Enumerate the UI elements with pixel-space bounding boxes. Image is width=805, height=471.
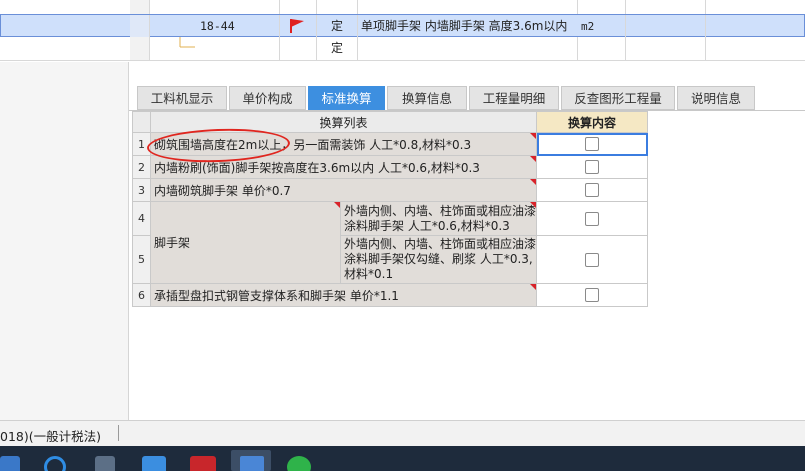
conversion-checkbox-cell[interactable] [536,155,648,179]
conversion-item: 砌筑围墙高度在2m以上，另一面需装饰 人工*0.8,材料*0.3 [150,132,537,156]
conversion-checkbox-cell[interactable] [536,283,648,307]
active-app-icon[interactable] [231,450,271,471]
conversion-item-text: 外墙内侧、内墙、柱饰面或相应油漆涂料脚手架 人工*0.6,材料*0.3 [344,204,537,233]
conversion-table: 换算列表 换算内容 1 砌筑围墙高度在2m以上，另一面需装饰 人工*0.8,材料… [132,111,648,307]
table-row[interactable]: 6 承插型盘扣式钢管支撑体系和脚手架 单价*1.1 [132,283,648,307]
conversion-checkbox-cell[interactable] [536,132,648,156]
tab-standard-conversion[interactable]: 标准换算 [308,86,385,110]
row-number: 4 [132,201,151,236]
detail-tabs: 工料机显示 单价构成 标准换算 换算信息 工程量明细 反查图形工程量 说明信息 [137,86,805,110]
comment-marker-icon [530,156,536,162]
row-number: 5 [132,235,151,284]
quota-code: 18-44 [150,15,280,38]
tree-line [150,37,280,60]
tab-unit-price[interactable]: 单价构成 [229,86,306,110]
comment-marker-icon [530,179,536,185]
app-icon[interactable] [190,456,216,471]
wechat-icon[interactable] [287,456,311,471]
comment-marker-icon [334,202,340,208]
conversion-checkbox[interactable] [585,137,599,152]
app-icon[interactable] [142,456,166,471]
conversion-checkbox-cell[interactable] [536,178,648,202]
quota-grid: 18-44 定 单项脚手架 内墙脚手架 高度3.6m以内 m2 定 [0,0,805,62]
calculator-icon[interactable] [95,456,115,471]
row-number: 3 [132,178,151,202]
left-panel [0,62,129,420]
conversion-item: 内墙砌筑脚手架 单价*0.7 [150,178,537,202]
table-row[interactable]: 定 [0,37,805,61]
conversion-item: 内墙粉刷(饰面)脚手架按高度在3.6m以内 人工*0.6,材料*0.3 [150,155,537,179]
header-conversion-content: 换算内容 [536,111,648,133]
table-row[interactable]: 3 内墙砌筑脚手架 单价*0.7 [132,178,648,202]
group-label-cell: 脚手架 [150,201,341,284]
conversion-item-text: 承插型盘扣式钢管支撑体系和脚手架 单价*1.1 [154,288,399,303]
row-number: 6 [132,283,151,307]
quota-unit: m2 [578,15,626,38]
conversion-checkbox-cell[interactable] [536,201,648,236]
table-row[interactable]: 2 内墙粉刷(饰面)脚手架按高度在3.6m以内 人工*0.6,材料*0.3 [132,155,648,179]
conversion-checkbox-cell[interactable] [536,235,648,284]
row-number: 2 [132,155,151,179]
tab-description[interactable]: 说明信息 [677,86,755,110]
mail-icon[interactable] [0,456,20,471]
taskbar [0,446,805,471]
conversion-checkbox[interactable] [585,252,599,267]
flag-icon[interactable] [280,15,317,38]
row-number: 1 [132,132,151,156]
conversion-checkbox[interactable] [585,160,599,175]
status-bar: 018)(一般计税法) [0,420,805,447]
tab-conversion-info[interactable]: 换算信息 [387,86,467,110]
browser-icon[interactable] [44,456,66,471]
conversion-item: 外墙内侧、内墙、柱饰面或相应油漆涂料脚手架 人工*0.6,材料*0.3 [340,201,537,236]
comment-marker-icon [530,133,536,139]
table-row[interactable]: 4 脚手架 外墙内侧、内墙、柱饰面或相应油漆涂料脚手架 人工*0.6,材料*0.… [132,201,648,284]
tab-quantity-detail[interactable]: 工程量明细 [469,86,559,110]
conversion-checkbox[interactable] [585,183,599,198]
conversion-checkbox[interactable] [585,288,599,303]
header-conversion-list: 换算列表 [150,111,537,133]
status-separator [118,425,119,441]
corner-cell [132,111,151,133]
tab-material-display[interactable]: 工料机显示 [137,86,227,110]
quota-type: 定 [317,37,358,60]
quota-name: 单项脚手架 内墙脚手架 高度3.6m以内 [361,19,568,33]
conversion-item-text: 外墙内侧、内墙、柱饰面或相应油漆涂料脚手架仅勾缝、刷浆 人工*0.3,材料*0.… [344,237,537,281]
quota-type: 定 [317,15,358,38]
tab-reverse-lookup[interactable]: 反查图形工程量 [561,86,675,110]
comment-marker-icon [530,284,536,290]
comment-marker-icon [530,202,536,208]
conversion-item: 外墙内侧、内墙、柱饰面或相应油漆涂料脚手架仅勾缝、刷浆 人工*0.3,材料*0.… [340,235,537,284]
table-row[interactable] [0,0,805,15]
table-row-selected[interactable]: 18-44 定 单项脚手架 内墙脚手架 高度3.6m以内 m2 [0,14,805,38]
table-row[interactable]: 1 砌筑围墙高度在2m以上，另一面需装饰 人工*0.8,材料*0.3 [132,132,648,156]
conversion-item-text: 内墙粉刷(饰面)脚手架按高度在3.6m以内 人工*0.6,材料*0.3 [154,160,480,175]
status-text: 018)(一般计税法) [0,429,101,444]
group-label: 脚手架 [154,236,191,250]
conversion-item-text: 砌筑围墙高度在2m以上，另一面需装饰 人工*0.8,材料*0.3 [154,137,472,152]
conversion-item: 承插型盘扣式钢管支撑体系和脚手架 单价*1.1 [150,283,537,307]
conversion-item-text: 内墙砌筑脚手架 单价*0.7 [154,183,291,198]
conversion-checkbox[interactable] [585,211,599,226]
